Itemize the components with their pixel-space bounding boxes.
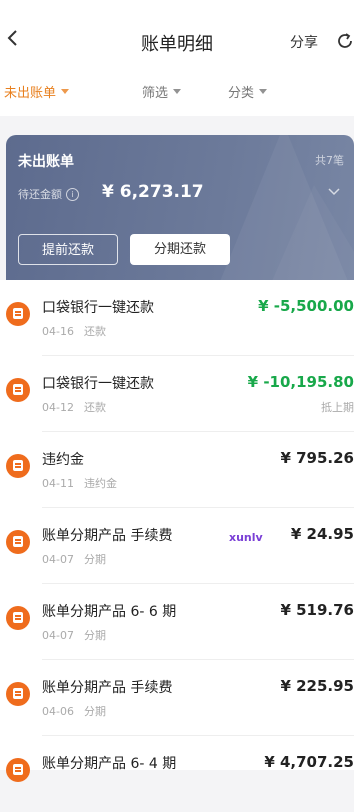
transaction-type: 分期	[83, 705, 106, 718]
transaction-meta: 04-11 违约金	[42, 475, 117, 491]
filter-label: 未出账单	[4, 86, 57, 101]
installment-icon	[6, 606, 30, 630]
transaction-row[interactable]: 账单分期产品 手续费 04-06 分期 ¥ 225.95	[0, 660, 354, 736]
transaction-note: 抵上期	[321, 401, 354, 414]
transaction-meta: 04-16 还款	[42, 323, 106, 339]
transaction-date: 04-06	[42, 705, 74, 718]
transaction-amount: ¥ 4,707.25	[264, 753, 354, 771]
transaction-type: 还款	[83, 401, 106, 414]
filter-label: 筛选	[142, 86, 169, 101]
filter-label: 分类	[228, 86, 255, 101]
transaction-date: 04-11	[42, 477, 74, 490]
transaction-amount: ¥ -10,195.80	[247, 373, 354, 391]
transaction-meta: 04-07 分期	[42, 627, 106, 643]
refresh-icon[interactable]	[336, 32, 354, 50]
installment-button[interactable]: 分期还款	[130, 234, 230, 265]
caret-down-icon	[61, 89, 70, 94]
transaction-type: 分期	[83, 629, 106, 642]
repayment-icon	[6, 378, 30, 402]
transaction-row[interactable]: 账单分期产品 6- 6 期 04-07 分期 ¥ 519.76	[0, 584, 354, 660]
transaction-meta: 04-06 分期	[42, 703, 106, 719]
transaction-row[interactable]: 违约金 04-11 违约金 ¥ 795.26	[0, 432, 354, 508]
filter-unbilled[interactable]: 未出账单	[4, 82, 70, 101]
transaction-type: 分期	[83, 553, 106, 566]
amount-label-text: 待还金额	[18, 188, 62, 201]
transaction-list: 口袋银行一键还款 04-16 还款 ¥ -5,500.00 口袋银行一键还款 04…	[0, 280, 354, 782]
transaction-name: 账单分期产品 6- 4 期	[42, 756, 177, 772]
filter-category[interactable]: 分类	[228, 82, 268, 101]
penalty-icon	[6, 454, 30, 478]
nav-bar: 账单明细 分享	[0, 8, 354, 70]
transaction-date: 04-07	[42, 629, 74, 642]
transaction-row[interactable]: 口袋银行一键还款 04-12 还款 ¥ -10,195.80 抵上期	[0, 356, 354, 432]
summary-title: 未出账单	[18, 154, 74, 170]
transaction-amount: ¥ 519.76	[280, 601, 354, 619]
summary-count: 共7笔	[315, 154, 344, 167]
transaction-amount: ¥ 24.95	[290, 525, 354, 543]
transaction-type: 还款	[83, 325, 106, 338]
chevron-down-icon[interactable]	[328, 188, 340, 196]
transaction-date: 04-12	[42, 401, 74, 414]
transaction-row[interactable]: 口袋银行一键还款 04-16 还款 ¥ -5,500.00	[0, 280, 354, 356]
transaction-name: 账单分期产品 手续费	[42, 528, 173, 544]
unbilled-summary-card: 未出账单 共7笔 待还金额 i ¥ 6,273.17 提前还款 分期还款	[6, 135, 354, 280]
transaction-date: 04-16	[42, 325, 74, 338]
repayment-icon	[6, 302, 30, 326]
transaction-date: 04-07	[42, 553, 74, 566]
caret-down-icon	[173, 89, 182, 94]
transaction-name: 账单分期产品 6- 6 期	[42, 604, 177, 620]
transaction-name: 口袋银行一键还款	[42, 376, 154, 392]
info-icon[interactable]: i	[66, 187, 79, 201]
transaction-row[interactable]: 账单分期产品 手续费 04-07 分期 ¥ 24.95	[0, 508, 354, 584]
transaction-amount: ¥ 795.26	[280, 449, 354, 467]
transaction-amount: ¥ -5,500.00	[258, 297, 354, 315]
filter-bar: 未出账单 筛选 分类	[0, 70, 354, 116]
transaction-amount: ¥ 225.95	[280, 677, 354, 695]
installment-icon	[6, 758, 30, 782]
status-bar	[0, 0, 354, 8]
watermark: xunlv	[229, 531, 263, 544]
transaction-type: 违约金	[83, 477, 117, 490]
transaction-meta: 04-07 分期	[42, 551, 106, 567]
installment-icon	[6, 530, 30, 554]
filter-screen[interactable]: 筛选	[142, 82, 182, 101]
caret-down-icon	[259, 89, 268, 94]
amount-label: 待还金额 i	[18, 186, 79, 202]
transaction-row[interactable]: 账单分期产品 6- 4 期 ¥ 4,707.25	[0, 736, 354, 812]
share-button[interactable]: 分享	[290, 32, 318, 52]
transaction-name: 违约金	[42, 452, 84, 468]
transaction-name: 口袋银行一键还款	[42, 300, 154, 316]
amount-due: ¥ 6,273.17	[102, 182, 204, 202]
installment-icon	[6, 682, 30, 706]
early-repay-button[interactable]: 提前还款	[18, 234, 118, 265]
transaction-meta: 04-12 还款	[42, 399, 106, 415]
transaction-name: 账单分期产品 手续费	[42, 680, 173, 696]
